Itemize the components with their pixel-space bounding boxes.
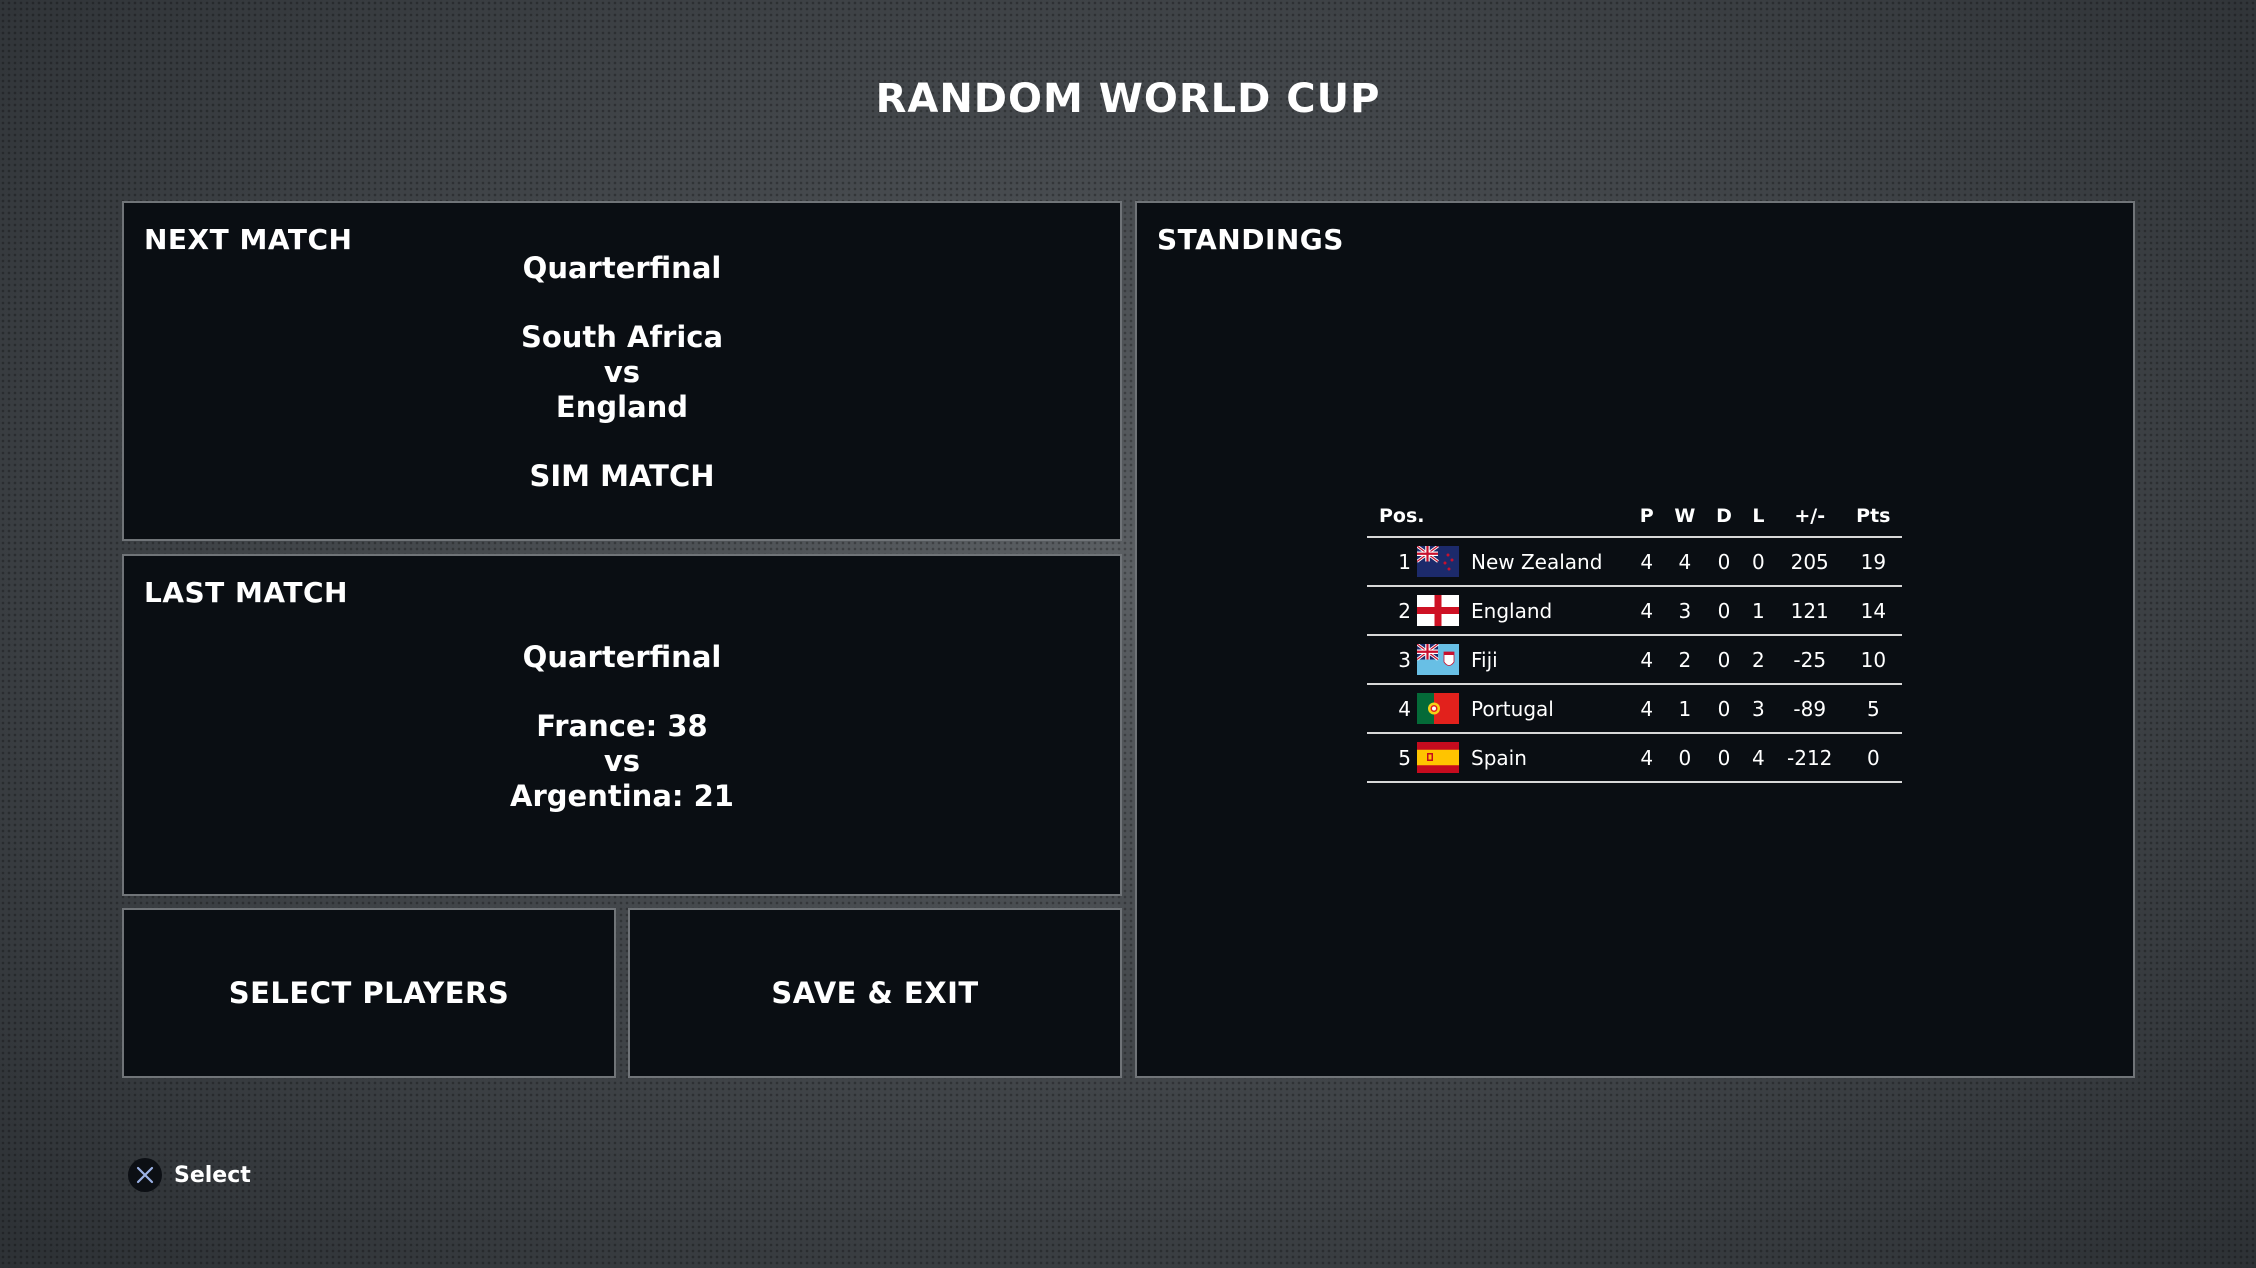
position-cell: 3 <box>1367 635 1417 685</box>
next-match-panel[interactable]: NEXT MATCH Quarterfinal South Africa vs … <box>122 201 1122 541</box>
points-cell: 14 <box>1844 586 1902 636</box>
select-hint: Select <box>128 1158 251 1192</box>
next-match-away-team: England <box>555 390 689 424</box>
table-row: 2 England 4 3 0 1 121 14 <box>1367 586 1902 636</box>
standings-header-row: Pos. P W D L +/- Pts <box>1367 496 1902 538</box>
diff-cell: -89 <box>1774 684 1845 734</box>
lost-cell: 3 <box>1742 684 1775 734</box>
column-header-l: L <box>1742 496 1775 538</box>
won-cell: 2 <box>1663 635 1706 685</box>
last-match-panel: LAST MATCH Quarterfinal France: 38 vs Ar… <box>122 554 1122 896</box>
next-match-round: Quarterfinal <box>522 251 722 285</box>
won-cell: 4 <box>1663 537 1706 587</box>
team-name: Spain <box>1471 733 1630 783</box>
points-cell: 19 <box>1844 537 1902 587</box>
next-match-vs: vs <box>603 355 641 389</box>
last-match-vs: vs <box>603 744 641 778</box>
cross-button-icon <box>128 1158 162 1192</box>
england-flag-icon <box>1417 595 1459 626</box>
save-exit-button[interactable]: SAVE & EXIT <box>628 908 1122 1078</box>
played-cell: 4 <box>1629 733 1664 783</box>
lost-cell: 4 <box>1742 733 1775 783</box>
portugal-flag-icon <box>1417 693 1459 724</box>
played-cell: 4 <box>1629 635 1664 685</box>
diff-cell: -25 <box>1774 635 1845 685</box>
played-cell: 4 <box>1629 537 1664 587</box>
lost-cell: 1 <box>1742 586 1775 636</box>
standings-heading: STANDINGS <box>1157 223 1344 256</box>
team-name: Portugal <box>1471 684 1630 734</box>
drawn-cell: 0 <box>1705 586 1743 636</box>
position-cell: 1 <box>1367 537 1417 587</box>
standings-table: Pos. P W D L +/- Pts 1 New Zealand 4 4 0… <box>1367 496 1902 783</box>
column-header-pts: Pts <box>1844 496 1902 538</box>
sim-match-button[interactable]: SIM MATCH <box>124 459 1120 494</box>
next-match-home-team: South Africa <box>520 320 724 354</box>
points-cell: 10 <box>1844 635 1902 685</box>
column-header-pos: Pos. <box>1367 496 1630 538</box>
column-header-p: P <box>1629 496 1664 538</box>
won-cell: 0 <box>1663 733 1706 783</box>
team-name: Fiji <box>1471 635 1630 685</box>
select-players-label: SELECT PLAYERS <box>228 976 510 1010</box>
save-exit-label: SAVE & EXIT <box>771 976 979 1010</box>
diff-cell: 205 <box>1774 537 1845 587</box>
last-match-home-score: France: 38 <box>536 709 708 743</box>
played-cell: 4 <box>1629 684 1664 734</box>
last-match-round: Quarterfinal <box>522 640 722 674</box>
points-cell: 5 <box>1844 684 1902 734</box>
position-cell: 5 <box>1367 733 1417 783</box>
drawn-cell: 0 <box>1705 684 1743 734</box>
select-players-button[interactable]: SELECT PLAYERS <box>122 908 616 1078</box>
diff-cell: -212 <box>1774 733 1845 783</box>
played-cell: 4 <box>1629 586 1664 636</box>
last-match-heading: LAST MATCH <box>144 576 348 609</box>
drawn-cell: 0 <box>1705 635 1743 685</box>
table-row: 5 Spain 4 0 0 4 -212 0 <box>1367 733 1902 783</box>
diff-cell: 121 <box>1774 586 1845 636</box>
table-row: 4 Portugal 4 1 0 3 -89 5 <box>1367 684 1902 734</box>
table-row: 3 Fiji 4 2 0 2 -25 10 <box>1367 635 1902 685</box>
column-header-w: W <box>1663 496 1706 538</box>
position-cell: 2 <box>1367 586 1417 636</box>
drawn-cell: 0 <box>1705 537 1743 587</box>
last-match-away-score: Argentina: 21 <box>510 779 734 813</box>
lost-cell: 0 <box>1742 537 1775 587</box>
table-row: 1 New Zealand 4 4 0 0 205 19 <box>1367 537 1902 587</box>
spain-flag-icon <box>1417 742 1459 773</box>
select-hint-label: Select <box>174 1162 251 1188</box>
page-title: RANDOM WORLD CUP <box>875 76 1381 122</box>
position-cell: 4 <box>1367 684 1417 734</box>
points-cell: 0 <box>1844 733 1902 783</box>
lost-cell: 2 <box>1742 635 1775 685</box>
drawn-cell: 0 <box>1705 733 1743 783</box>
column-header-diff: +/- <box>1774 496 1845 538</box>
new-zealand-flag-icon <box>1417 546 1459 577</box>
team-name: England <box>1471 586 1630 636</box>
column-header-d: D <box>1705 496 1743 538</box>
won-cell: 1 <box>1663 684 1706 734</box>
fiji-flag-icon <box>1417 644 1459 675</box>
team-name: New Zealand <box>1471 537 1630 587</box>
won-cell: 3 <box>1663 586 1706 636</box>
